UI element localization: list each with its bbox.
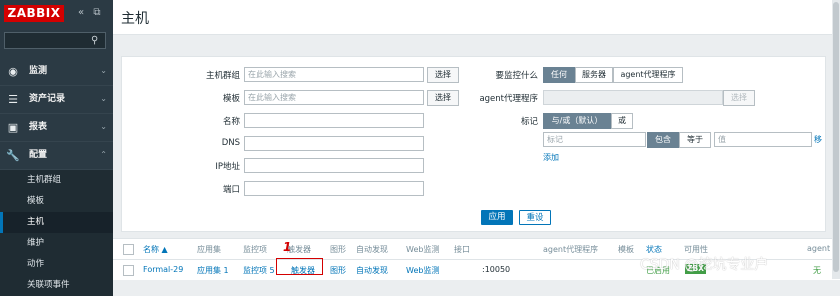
main-menu: ◉ 监测 ⌄ ☰ 资产记录 ⌄ ▣ 报表 ⌄ 🔧 配置 ⌃ 主机群组 模板 主机… <box>0 58 113 296</box>
page-scrollbar[interactable] <box>832 0 840 279</box>
tag-mode-and-or[interactable]: 与/或（默认） <box>543 113 611 129</box>
kiosk-mode-icon[interactable]: ⧉ <box>91 7 103 19</box>
template-label: 模板 <box>222 94 240 104</box>
host-group-label: 主机群组 <box>205 71 240 81</box>
discovery-link[interactable]: 自动发现 <box>356 265 388 276</box>
watermark-text: CSDN @挖坑专业户 <box>640 257 769 273</box>
submenu-item-host-groups[interactable]: 主机群组 <box>0 170 113 191</box>
column-header-interface: 接口 <box>454 245 470 254</box>
ip-label: IP地址 <box>215 162 240 172</box>
chevron-down-icon: ⌄ <box>100 94 107 103</box>
menu-item-label: 报表 <box>29 122 48 132</box>
chart-icon: ▣ <box>7 121 19 134</box>
submenu-item-actions[interactable]: 动作 <box>0 254 113 275</box>
proxy-select-button: 选择 <box>723 90 755 106</box>
eye-icon: ◉ <box>8 65 18 78</box>
reset-button[interactable]: 重设 <box>519 210 551 225</box>
collapse-sidebar-icon[interactable]: « <box>75 7 87 19</box>
configuration-submenu: 主机群组 模板 主机 维护 动作 关联项事件 <box>0 170 113 296</box>
submenu-item-templates[interactable]: 模板 <box>0 191 113 212</box>
menu-item-label: 资产记录 <box>29 94 66 104</box>
applications-link[interactable]: 应用集 1 <box>197 265 229 276</box>
port-input[interactable] <box>244 181 424 196</box>
template-input[interactable]: 在此输入搜索 <box>244 90 424 105</box>
sidebar: ZABBIX « ⧉ ⚲ ◉ 监测 ⌄ ☰ 资产记录 ⌄ ▣ 报表 ⌄ 🔧 配置… <box>0 0 113 296</box>
monitored-by-label: 要监控什么 <box>495 71 538 81</box>
page-title: 主机 <box>121 11 149 27</box>
filter-panel: 主机群组 在此输入搜索 选择 模板 在此输入搜索 选择 名称 DNS IP地址 … <box>121 56 826 232</box>
menu-item-reports[interactable]: ▣ 报表 ⌄ <box>0 114 113 142</box>
monitored-by-proxy[interactable]: agent代理程序 <box>613 67 683 83</box>
column-header-discovery: 自动发现 <box>356 245 388 254</box>
column-header-applications: 应用集 <box>197 245 221 254</box>
column-header-graphs: 图形 <box>330 245 346 254</box>
column-header-templates: 模板 <box>618 245 634 254</box>
tag-name-input[interactable]: 标记 <box>543 132 646 147</box>
tag-operator-contains[interactable]: 包含 <box>647 132 679 148</box>
tags-label: 标记 <box>520 117 538 127</box>
tag-add-link[interactable]: 添加 <box>543 152 559 163</box>
host-group-select-button[interactable]: 选择 <box>427 67 459 83</box>
select-all-checkbox[interactable] <box>123 244 134 255</box>
row-checkbox[interactable] <box>123 265 134 276</box>
web-link[interactable]: Web监测 <box>406 265 439 276</box>
list-icon: ☰ <box>8 93 18 106</box>
tag-mode-or[interactable]: 或 <box>611 113 633 129</box>
proxy-input <box>543 90 723 105</box>
submenu-item-event-correlation[interactable]: 关联项事件 <box>0 275 113 296</box>
agent-encryption-badge: 无 <box>813 266 821 275</box>
dns-label: DNS <box>221 138 240 148</box>
tag-remove-link[interactable]: 移 <box>814 134 822 145</box>
apply-button[interactable]: 应用 <box>481 210 513 225</box>
triggers-highlight-box <box>276 258 323 275</box>
column-header-web: Web监测 <box>406 245 440 254</box>
scrollbar-thumb[interactable] <box>833 2 839 272</box>
submenu-item-hosts[interactable]: 主机 <box>0 212 113 233</box>
chevron-up-icon: ⌃ <box>100 150 107 159</box>
graphs-link[interactable]: 图形 <box>330 265 346 276</box>
interface-value: :10050 <box>482 265 511 274</box>
ip-input[interactable] <box>244 158 424 173</box>
menu-item-label: 监测 <box>29 66 48 76</box>
submenu-item-maintenance[interactable]: 维护 <box>0 233 113 254</box>
dns-input[interactable] <box>244 136 424 151</box>
host-name-link[interactable]: Formal-29 <box>143 265 183 274</box>
zabbix-logo[interactable]: ZABBIX <box>4 5 64 22</box>
name-input[interactable] <box>244 113 424 128</box>
menu-item-monitoring[interactable]: ◉ 监测 ⌄ <box>0 58 113 86</box>
wrench-icon: 🔧 <box>6 149 20 162</box>
sidebar-search-input[interactable]: ⚲ <box>4 32 106 49</box>
menu-item-inventory[interactable]: ☰ 资产记录 ⌄ <box>0 86 113 114</box>
column-header-proxy: agent代理程序 <box>543 245 599 254</box>
column-header-items: 监控项 <box>243 245 267 254</box>
logo-row: ZABBIX « ⧉ <box>0 0 113 28</box>
chevron-down-icon: ⌄ <box>100 66 107 75</box>
column-header-name[interactable]: 名称 ▲ <box>143 244 168 255</box>
items-link[interactable]: 监控项 5 <box>243 265 275 276</box>
host-group-input[interactable]: 在此输入搜索 <box>244 67 424 82</box>
monitored-by-server[interactable]: 服务器 <box>575 67 613 83</box>
tag-operator-equals[interactable]: 等于 <box>679 132 711 148</box>
menu-item-configuration[interactable]: 🔧 配置 ⌃ <box>0 142 113 170</box>
menu-item-label: 配置 <box>29 150 48 160</box>
annotation-arrow-label: 1 <box>283 240 292 254</box>
proxy-label: agent代理程序 <box>479 94 538 104</box>
name-label: 名称 <box>222 117 240 127</box>
monitored-by-any[interactable]: 任何 <box>543 67 575 83</box>
search-icon[interactable]: ⚲ <box>91 33 103 48</box>
template-select-button[interactable]: 选择 <box>427 90 459 106</box>
page-header: 主机 <box>113 0 840 35</box>
port-label: 端口 <box>222 185 240 195</box>
chevron-down-icon: ⌄ <box>100 122 107 131</box>
tag-value-input[interactable]: 值 <box>714 132 812 147</box>
column-header-agent-encryption: agent <box>807 244 831 253</box>
